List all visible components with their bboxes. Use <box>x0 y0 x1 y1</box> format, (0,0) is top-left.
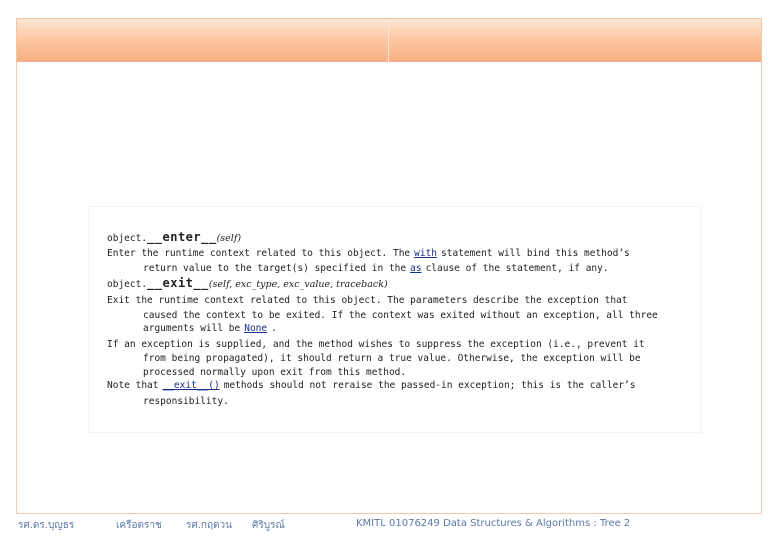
exit-method-name: __exit__ <box>147 276 209 290</box>
exit-args: (self, exc_type, exc_value, traceback) <box>208 279 388 290</box>
exit-desc-line-4: If an exception is supplied, and the met… <box>107 339 645 350</box>
note-text: methods should not reraise the passed-in… <box>223 380 636 391</box>
footer-author-3: รศ.กฤตวน <box>186 520 232 531</box>
exit-desc-line-3: arguments will be None. <box>143 322 277 335</box>
as-link[interactable]: as <box>406 263 425 274</box>
exit-desc-line-1: Exit the runtime context related to this… <box>107 295 628 306</box>
none-link[interactable]: None <box>240 323 271 334</box>
enter-desc-text: Enter the runtime context related to thi… <box>107 248 411 259</box>
enter-desc-line-1: Enter the runtime context related to thi… <box>107 247 630 260</box>
enter-desc-line-2: return value to the target(s) specified … <box>143 262 609 275</box>
exit-desc-line-6: processed normally upon exit from this m… <box>143 367 407 378</box>
enter-desc-text: return value to the target(s) specified … <box>143 263 407 274</box>
exit-signature: object.__exit__(self, exc_type, exc_valu… <box>107 277 388 291</box>
exit-desc-line-5: from being propagated), it should return… <box>143 353 641 364</box>
enter-desc-text: statement will bind this method’s <box>441 248 630 259</box>
header-cell-left <box>17 19 389 62</box>
footer-author-1: รศ.ดร.บุญธร <box>18 520 75 531</box>
exit-sig-prefix: object. <box>107 279 148 290</box>
enter-sig-prefix: object. <box>107 233 148 244</box>
note-line-1: Note that __exit__() methods should not re… <box>107 379 636 392</box>
note-text: Note that <box>107 380 159 391</box>
enter-signature: object.__enter__(self) <box>107 231 241 245</box>
slide-header-bar <box>17 19 761 62</box>
footer-author-2: เครือตราช <box>116 520 162 531</box>
footer-course: KMITL 01076249 Data Structures & Algorit… <box>356 518 631 529</box>
exit-desc-text: arguments will be <box>143 323 241 334</box>
header-cell-right <box>390 19 761 62</box>
note-line-2: responsibility. <box>143 396 229 407</box>
enter-method-name: __enter__ <box>147 230 217 244</box>
exit-desc-text: . <box>271 323 277 334</box>
exit-method-link[interactable]: __exit__() <box>158 380 223 391</box>
exit-desc-line-2: caused the context to be exited. If the … <box>143 310 658 321</box>
python-doc-excerpt: object.__enter__(self) Enter the runtime… <box>89 207 701 432</box>
with-link[interactable]: with <box>410 248 441 259</box>
enter-desc-text: clause of the statement, if any. <box>425 263 609 274</box>
footer-author-4: ศิริบูรณ์ <box>252 520 285 531</box>
enter-args: (self) <box>216 233 242 244</box>
